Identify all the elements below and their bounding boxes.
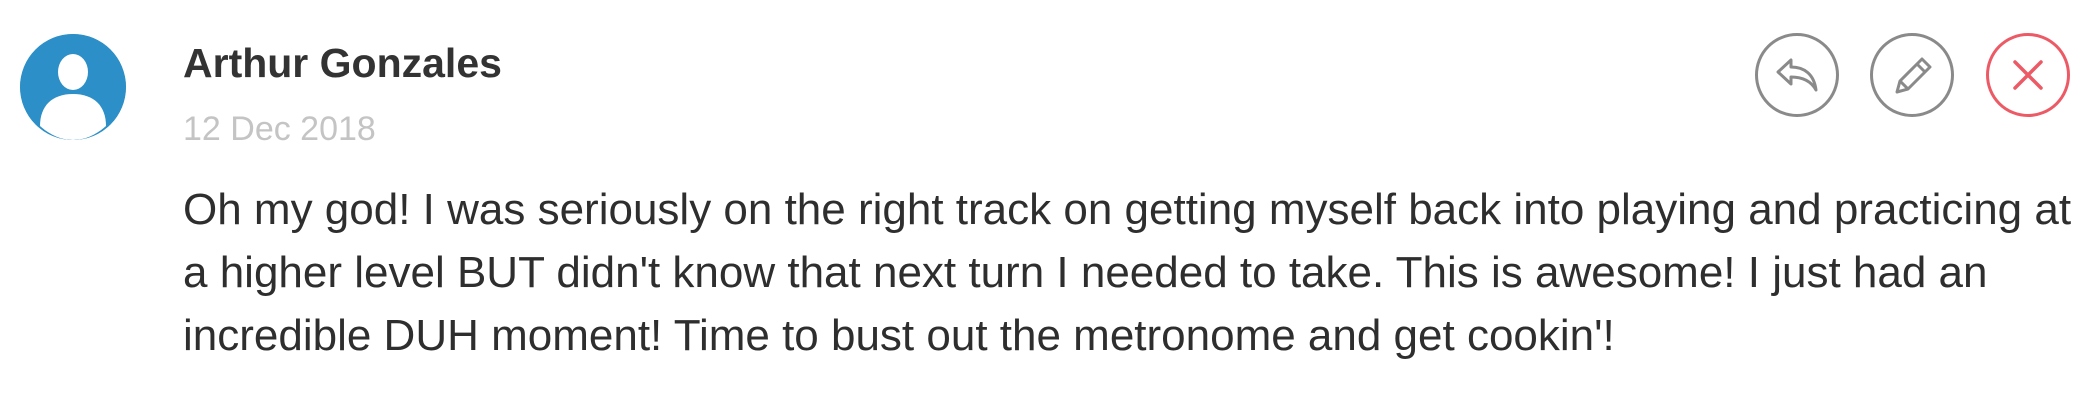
comment-body: Oh my god! I was seriously on the right … <box>183 185 2072 360</box>
close-icon <box>2013 60 2043 90</box>
delete-button[interactable] <box>1986 33 2070 117</box>
pencil-icon <box>1895 57 1932 94</box>
author-name[interactable]: Arthur Gonzales <box>183 40 502 87</box>
comment-date: 12 Dec 2018 <box>183 110 376 148</box>
avatar[interactable] <box>20 34 126 140</box>
comment-card: Arthur Gonzales 12 Dec 2018 Oh my god! I… <box>0 0 2100 410</box>
user-silhouette-icon <box>20 34 126 140</box>
edit-button[interactable] <box>1870 33 1954 117</box>
reply-arrow-icon <box>1776 58 1818 92</box>
reply-button[interactable] <box>1755 33 1839 117</box>
